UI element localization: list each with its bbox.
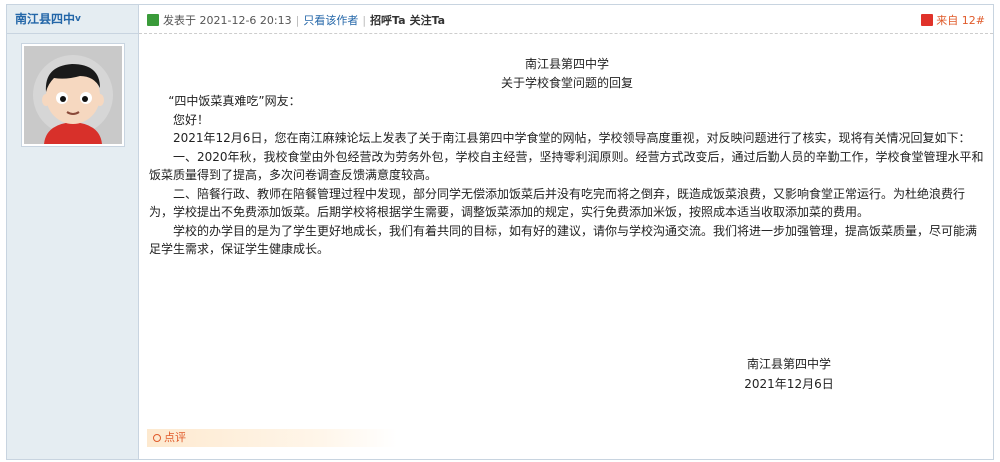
source-badge-icon [921,14,934,26]
hello: 您好！ [173,112,210,127]
author-name-link[interactable]: 南江县四中v [7,5,138,34]
signature-block: 南江县第四中学 2021年12月6日 [724,354,854,394]
signature-date: 2021年12月6日 [744,377,834,391]
post-meta-bar: 发表于 2021-12-6 20:13 | 只看该作者 | 招呼Ta 关注Ta 来自 12… [139,5,993,34]
greet-link[interactable]: 招呼Ta [370,14,406,27]
paragraph-1: 2021年12月6日，您在南江麻辣论坛上发表了关于南江县第四中学食堂的网帖，学校… [173,131,971,145]
post-meta-left: 发表于 2021-12-6 20:13 | 只看该作者 | 招呼Ta 关注Ta [147,12,449,28]
floor-number[interactable]: 12# [962,14,985,27]
post-title-line1: 南江县第四中学 [524,57,609,71]
comment-label: 点评 [164,431,186,444]
author-only-link[interactable]: 只看该作者 [303,14,358,27]
cartoon-boy-avatar-icon [24,46,122,144]
online-status-icon [147,14,159,26]
post-source: 来自 12# [921,12,985,28]
signature-name: 南江县第四中学 [746,357,831,371]
separator: | [362,14,367,27]
forum-post: 南江县四中v 发表于 2021-12-6 20:13|只看该作者|招呼T [6,4,994,460]
author-name: 南江县四中 [15,12,76,26]
author-sidebar: 南江县四中v [7,5,139,459]
comment-button[interactable]: 点评 [147,429,397,447]
comment-ring-icon [153,434,161,442]
follow-link[interactable]: 关注Ta [410,14,446,27]
salutation: “四中饭菜真难吃”网友： [168,94,301,108]
post-title-line2: 关于学校食堂问题的回复 [500,75,633,90]
avatar[interactable] [21,43,125,147]
post-main: 发表于 2021-12-6 20:13 | 只看该作者 | 招呼Ta 关注Ta 来自 12… [139,5,993,459]
verified-badge: v [75,14,81,24]
post-content: 南江县第四中学 关于学校食堂问题的回复 “四中饭菜真难吃”网友： 您好！ 202… [149,55,985,259]
paragraph-3: 二、陪餐行政、教师在陪餐管理过程中发现，部分同学无偿添加饭菜后并没有吃完而将之倒… [149,186,966,220]
source-label[interactable]: 来自 [936,14,958,27]
paragraph-4: 学校的办学目的是为了学生更好地成长，我们有着共同的目标，如有好的建议，请你与学校… [149,223,978,257]
paragraph-2: 一、2020年秋，我校食堂由外包经营改为劳务外包，学校自主经营，坚持零利润原则。… [149,149,984,183]
separator: | [295,14,300,27]
posted-time: 发表于 2021-12-6 20:13 [163,14,292,27]
